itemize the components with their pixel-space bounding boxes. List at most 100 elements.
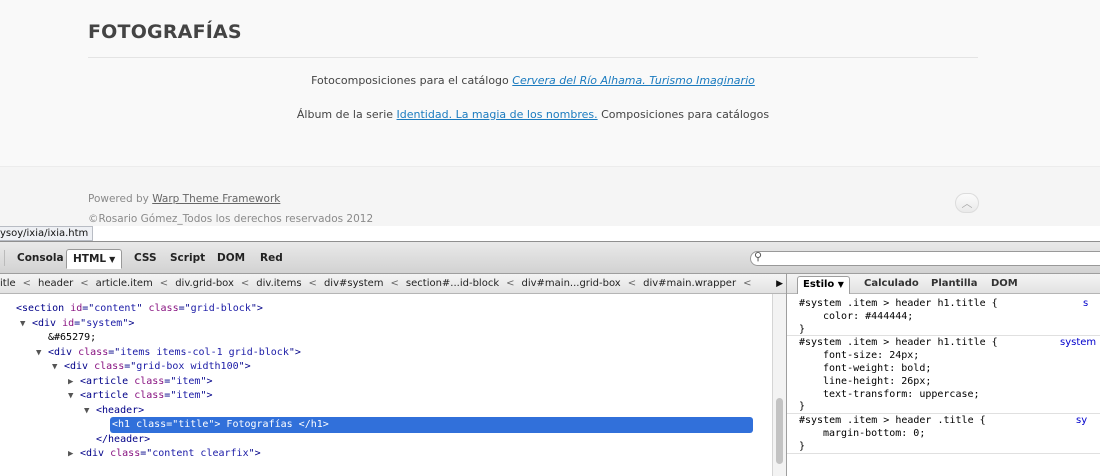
tree-node[interactable]: ▼ <div class="items items-col-1 grid-bloc…: [36, 346, 301, 360]
markup-token: <article: [80, 390, 135, 401]
back-to-top-button[interactable]: ︿: [955, 193, 979, 213]
tree-node[interactable]: <section id="content" class="grid-block"…: [4, 302, 263, 316]
style-side-panel: Estilo ▼ Calculado Plantilla DOM #system…: [786, 274, 1100, 476]
footer-copyright: ©Rosario Gómez_Todos los derechos reserv…: [88, 213, 374, 225]
collapsed-twisty-icon[interactable]: ▶: [68, 375, 80, 389]
breadcrumb-item[interactable]: div.grid-box: [175, 274, 234, 293]
tab-estilo[interactable]: Estilo ▼: [797, 276, 850, 294]
chevron-up-icon: ︿: [961, 197, 973, 210]
side-panel-tabs: Estilo ▼ Calculado Plantilla DOM: [787, 274, 1100, 294]
tree-node[interactable]: ▶ <article class="item">: [68, 375, 212, 389]
markup-token: <div: [32, 317, 63, 329]
markup-token: class: [110, 448, 141, 459]
tree-node[interactable]: ▼ <article class="item">: [68, 389, 212, 403]
markup-token: system: [86, 317, 123, 329]
html-scrollbar[interactable]: [772, 294, 786, 476]
firebug-search-input[interactable]: ⚲: [750, 250, 1100, 266]
css-property[interactable]: font-weight: bold;: [823, 362, 931, 375]
markup-token: id: [70, 303, 83, 314]
breadcrumb-item[interactable]: article.item: [96, 274, 153, 293]
markup-token: class: [136, 419, 167, 430]
toolbar-divider: [4, 250, 5, 266]
tree-node[interactable]: </header>: [84, 433, 150, 447]
css-property[interactable]: line-height: 26px;: [823, 375, 931, 388]
tab-red[interactable]: Red: [260, 250, 283, 267]
tab-plantilla[interactable]: Plantilla: [931, 274, 977, 294]
firebug-panel: Consola HTML ▼ CSS Script DOM Red ⚲ itle <…: [0, 241, 1100, 476]
tab-consola[interactable]: Consola: [17, 250, 64, 267]
breadcrumb-item[interactable]: div#system: [324, 274, 384, 293]
css-property[interactable]: margin-bottom: 0;: [823, 427, 925, 440]
tree-node[interactable]: ▼ <div id="system">: [20, 317, 134, 331]
html-tree: <section id="content" class="grid-block"…: [0, 294, 772, 476]
markup-token: <div: [80, 448, 111, 459]
paragraph-catalog: Fotocomposiciones para el catálogo Cerve…: [88, 74, 978, 87]
breadcrumb-item[interactable]: itle: [0, 274, 16, 293]
catalog-link[interactable]: Cervera del Río Alhama. Turismo Imaginar…: [512, 74, 755, 87]
footer-text: Powered by: [88, 193, 153, 205]
markup-token: =": [108, 346, 121, 358]
css-selector: #system .item > header .title {: [799, 415, 986, 427]
markup-token: class: [134, 390, 165, 401]
css-source-link[interactable]: system: [1060, 336, 1096, 349]
tab-html[interactable]: HTML ▼: [66, 249, 123, 269]
markup-token: <header>: [96, 404, 145, 416]
tab-css[interactable]: CSS: [134, 250, 157, 267]
article-content: FOTOGRAFÍAS Fotocomposiciones para el ca…: [88, 0, 978, 166]
tree-node[interactable]: &#65279;: [36, 331, 96, 345]
css-selector: #system .item > header h1.title {: [799, 337, 998, 349]
expanded-twisty-icon[interactable]: ▼: [20, 317, 32, 331]
rule-divider: [787, 452, 1100, 454]
markup-token: class: [134, 375, 165, 387]
expanded-twisty-icon[interactable]: ▼: [68, 389, 80, 403]
tab-calculado[interactable]: Calculado: [864, 274, 919, 294]
markup-token: ">: [200, 375, 213, 387]
markup-token: content clearfix: [152, 448, 249, 459]
css-property[interactable]: color: #444444;: [823, 310, 913, 323]
markup-token: </header>: [96, 433, 151, 445]
markup-token: ">: [238, 361, 251, 372]
breadcrumb-item[interactable]: div#main.wrapper: [643, 274, 736, 293]
css-property[interactable]: text-transform: uppercase;: [823, 388, 980, 401]
markup-token: ">: [122, 317, 135, 329]
expanded-twisty-icon[interactable]: ▼: [52, 360, 64, 374]
series-link[interactable]: Identidad. La magia de los nombres.: [397, 108, 598, 121]
tree-node-selected[interactable]: <h1 class="title"> Fotografías </h1>: [100, 418, 329, 432]
tree-node[interactable]: ▼ <header>: [84, 404, 144, 418]
css-property[interactable]: font-size: 24px;: [823, 349, 919, 362]
scrollbar-thumb[interactable]: [776, 398, 783, 464]
expanded-twisty-icon[interactable]: ▼: [36, 346, 48, 360]
warp-framework-link[interactable]: Warp Theme Framework: [152, 193, 280, 205]
chevron-down-icon: ▼: [109, 255, 116, 264]
markup-token: <h1: [112, 419, 137, 430]
tab-label: Estilo: [803, 279, 835, 290]
breadcrumb-separator: <: [159, 278, 169, 289]
collapsed-twisty-icon[interactable]: ▶: [68, 447, 80, 461]
tab-dom-side[interactable]: DOM: [991, 274, 1018, 294]
markup-token: =": [140, 448, 153, 459]
tab-script[interactable]: Script: [170, 250, 205, 267]
css-source-link[interactable]: s: [1083, 297, 1088, 310]
css-source-link[interactable]: sy: [1076, 414, 1087, 427]
markup-token: items items-col-1 grid-block: [120, 346, 289, 358]
tab-dom[interactable]: DOM: [217, 250, 245, 267]
firebug-toolbar: Consola HTML ▼ CSS Script DOM Red ⚲: [0, 242, 1100, 274]
expanded-twisty-icon[interactable]: ▼: [84, 404, 96, 418]
breadcrumb-item[interactable]: div.items: [256, 274, 301, 293]
markup-token: id: [62, 317, 75, 329]
markup-token: ">: [200, 390, 213, 401]
breadcrumb-scroll-right-icon[interactable]: ▶: [776, 274, 783, 293]
tab-label: HTML: [73, 253, 107, 265]
breadcrumb-item[interactable]: header: [38, 274, 73, 293]
paragraph-text: Álbum de la serie: [296, 108, 397, 121]
markup-token: class: [148, 303, 179, 314]
tree-node[interactable]: ▶ <div class="content clearfix">: [68, 447, 261, 461]
breadcrumb-item[interactable]: section#...id-block: [406, 274, 499, 293]
markup-token: <div: [64, 361, 95, 372]
markup-token: ": [136, 303, 149, 314]
tree-node[interactable]: ▼ <div class="grid-box width100">: [52, 360, 251, 374]
status-bar-url: ysoy/ixia/ixia.htm: [0, 226, 94, 241]
markup-token: class: [78, 346, 109, 358]
markup-token: =": [164, 375, 177, 387]
breadcrumb-item[interactable]: div#main...grid-box: [522, 274, 621, 293]
